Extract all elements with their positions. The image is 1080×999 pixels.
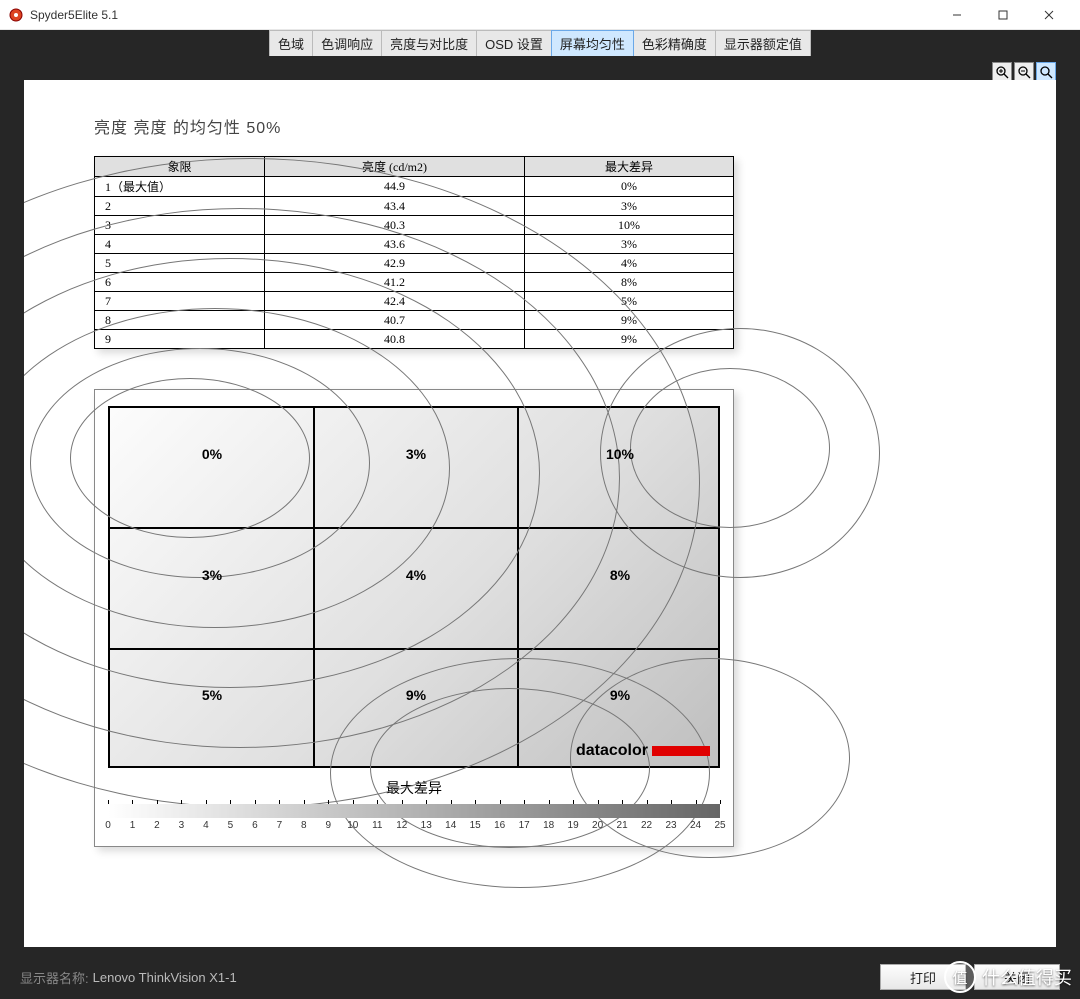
cell-luminance: 43.4	[265, 197, 525, 216]
cell-quadrant: 4	[95, 235, 265, 254]
uniformity-grid: datacolor 0% 3% 10% 3% 4% 8% 5% 9% 9%	[108, 406, 720, 768]
grid-cell-label: 0%	[202, 446, 222, 462]
cell-luminance: 40.7	[265, 311, 525, 330]
tab-brightness-contrast[interactable]: 亮度与对比度	[381, 30, 477, 56]
zoom-out-button[interactable]	[1014, 62, 1034, 82]
cell-diff: 4%	[525, 254, 734, 273]
tab-screen-uniformity[interactable]: 屏幕均匀性	[551, 30, 634, 56]
app-icon	[8, 7, 24, 23]
tab-tone-response[interactable]: 色调响应	[312, 30, 382, 56]
tabs: 色域 色调响应 亮度与对比度 OSD 设置 屏幕均匀性 色彩精确度 显示器额定值	[269, 30, 811, 56]
table-row: 542.94%	[95, 254, 734, 273]
tab-color-accuracy[interactable]: 色彩精确度	[633, 30, 716, 56]
table-row: 840.79%	[95, 311, 734, 330]
grid-cell-label: 9%	[610, 687, 630, 703]
tabs-row: 色域 色调响应 亮度与对比度 OSD 设置 屏幕均匀性 色彩精确度 显示器额定值	[0, 30, 1080, 56]
cell-diff: 9%	[525, 330, 734, 349]
legend-labels: 0123456789101112131415161718192021222324…	[108, 820, 720, 836]
grid-cell-label: 3%	[202, 567, 222, 583]
cell-quadrant: 7	[95, 292, 265, 311]
table-row: 340.310%	[95, 216, 734, 235]
tab-osd-settings[interactable]: OSD 设置	[476, 30, 552, 56]
cell-quadrant: 9	[95, 330, 265, 349]
cell-luminance: 42.9	[265, 254, 525, 273]
maximize-button[interactable]	[980, 0, 1026, 30]
monitor-name-value: Lenovo ThinkVision X1-1	[93, 970, 237, 985]
table-row: 443.63%	[95, 235, 734, 254]
cell-quadrant: 6	[95, 273, 265, 292]
viewer: 亮度 亮度 的均匀性 50% 象限 亮度 (cd/m2) 最大差异 1（最大值）…	[0, 56, 1080, 955]
close-button[interactable]	[1026, 0, 1072, 30]
cell-luminance: 42.4	[265, 292, 525, 311]
cell-luminance: 40.3	[265, 216, 525, 235]
monitor-name-label: 显示器名称:	[20, 968, 89, 987]
legend-gradient	[108, 804, 720, 818]
cell-diff: 0%	[525, 177, 734, 197]
cell-quadrant: 2	[95, 197, 265, 216]
grid-cell-label: 9%	[406, 687, 426, 703]
cell-diff: 10%	[525, 216, 734, 235]
footer: 显示器名称: Lenovo ThinkVision X1-1 打印 关闭	[0, 955, 1080, 999]
cell-luminance: 40.8	[265, 330, 525, 349]
cell-quadrant: 5	[95, 254, 265, 273]
zoom-in-button[interactable]	[992, 62, 1012, 82]
window-title: Spyder5Elite 5.1	[30, 8, 118, 22]
grid-cell-label: 4%	[406, 567, 426, 583]
zoom-tools	[992, 62, 1056, 82]
grid-cell-label: 5%	[202, 687, 222, 703]
page-title: 亮度 亮度 的均匀性 50%	[94, 114, 986, 138]
data-table: 象限 亮度 (cd/m2) 最大差异 1（最大值）44.90%243.43%34…	[94, 156, 734, 349]
cell-diff: 3%	[525, 197, 734, 216]
minimize-button[interactable]	[934, 0, 980, 30]
grid-cell-label: 8%	[610, 567, 630, 583]
cell-quadrant: 1（最大值）	[95, 177, 265, 197]
tab-monitor-rating[interactable]: 显示器额定值	[715, 30, 811, 56]
table-row: 940.89%	[95, 330, 734, 349]
zoom-fit-button[interactable]	[1036, 62, 1056, 82]
cell-luminance: 41.2	[265, 273, 525, 292]
cell-diff: 9%	[525, 311, 734, 330]
tab-gamut[interactable]: 色域	[269, 30, 313, 56]
report-page: 亮度 亮度 的均匀性 50% 象限 亮度 (cd/m2) 最大差异 1（最大值）…	[24, 80, 1056, 947]
cell-quadrant: 3	[95, 216, 265, 235]
table-row: 641.28%	[95, 273, 734, 292]
cell-luminance: 44.9	[265, 177, 525, 197]
cell-luminance: 43.6	[265, 235, 525, 254]
cell-quadrant: 8	[95, 311, 265, 330]
col-luminance: 亮度 (cd/m2)	[265, 157, 525, 177]
col-maxdiff: 最大差异	[525, 157, 734, 177]
close-report-button[interactable]: 关闭	[974, 964, 1060, 990]
table-row: 742.45%	[95, 292, 734, 311]
cell-diff: 8%	[525, 273, 734, 292]
datacolor-logo: datacolor	[576, 742, 710, 760]
table-row: 1（最大值）44.90%	[95, 177, 734, 197]
app-body: 色域 色调响应 亮度与对比度 OSD 设置 屏幕均匀性 色彩精确度 显示器额定值…	[0, 30, 1080, 999]
grid-cell-label: 10%	[606, 446, 634, 462]
table-row: 243.43%	[95, 197, 734, 216]
legend-title: 最大差异	[107, 778, 721, 798]
window-titlebar: Spyder5Elite 5.1	[0, 0, 1080, 30]
cell-diff: 3%	[525, 235, 734, 254]
uniformity-chart-panel: datacolor 0% 3% 10% 3% 4% 8% 5% 9% 9% 最大差异 01234…	[94, 389, 734, 847]
col-quadrant: 象限	[95, 157, 265, 177]
cell-diff: 5%	[525, 292, 734, 311]
grid-cell-label: 3%	[406, 446, 426, 462]
print-button[interactable]: 打印	[880, 964, 966, 990]
